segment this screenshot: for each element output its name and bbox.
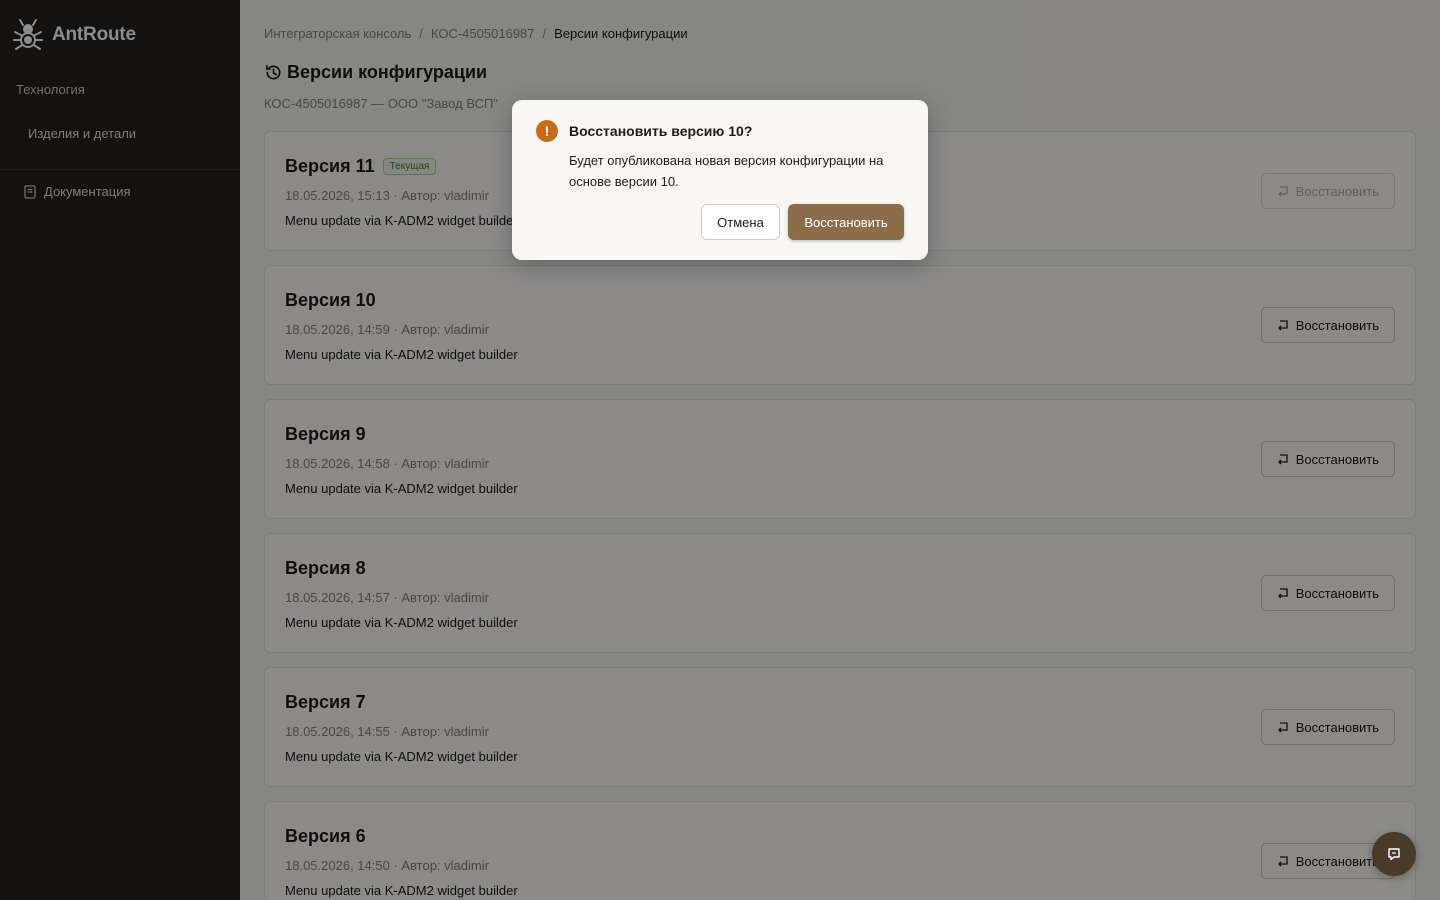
chat-button[interactable] xyxy=(1372,832,1416,876)
dialog-message: Будет опубликована новая версия конфигур… xyxy=(569,153,884,189)
warning-icon: ! xyxy=(536,120,558,142)
dialog-title: Восстановить версию 10? xyxy=(569,123,753,139)
chat-icon xyxy=(1388,848,1400,861)
cancel-button[interactable]: Отмена xyxy=(701,204,780,240)
confirm-restore-button[interactable]: Восстановить xyxy=(788,204,904,240)
confirm-restore-dialog: ! Восстановить версию 10? Будет опублико… xyxy=(512,100,928,260)
